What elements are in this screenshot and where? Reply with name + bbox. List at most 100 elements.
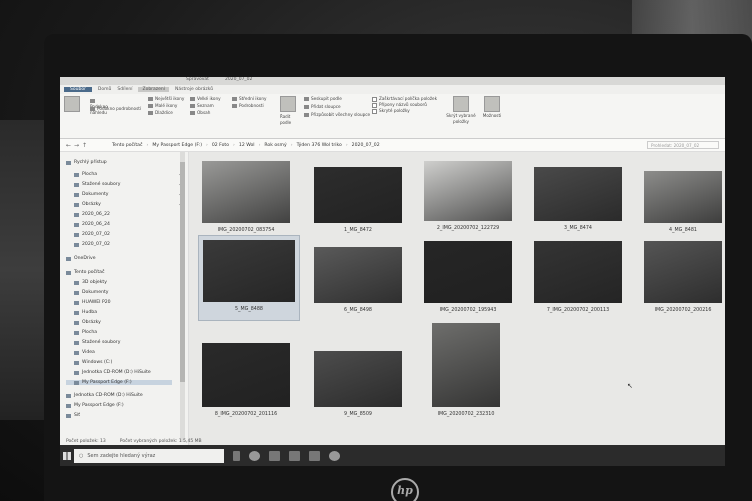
- fit-columns-button[interactable]: Přizpůsobit všechny sloupce: [311, 112, 370, 117]
- store-icon[interactable]: [289, 450, 300, 461]
- tab-manage[interactable]: Spravovat: [186, 77, 209, 82]
- nav-item[interactable]: 2020_06_22: [74, 212, 110, 217]
- file-name: 6_MG_8498: [344, 308, 372, 313]
- search-icon: ○: [79, 452, 84, 459]
- nav-item[interactable]: Tento počítač: [66, 270, 105, 275]
- taskbar: ○ Sem zadejte hledaný výraz: [60, 445, 725, 466]
- ribbon-group-panes: Podokno náhledu Podokno podrobností Podo…: [64, 96, 141, 145]
- checkbox-item-checkboxes[interactable]: [372, 96, 377, 102]
- ribbon: Podokno náhledu Podokno podrobností Podo…: [60, 94, 725, 147]
- tab-view[interactable]: Zobrazení: [138, 87, 170, 92]
- nav-item[interactable]: Dokumenty: [74, 290, 109, 295]
- tab-share[interactable]: Sdílení: [117, 87, 132, 92]
- crumb-current[interactable]: 2020_07_02: [352, 143, 380, 148]
- checkbox-hidden-items[interactable]: [372, 108, 377, 114]
- nav-arrows[interactable]: ←→↑: [60, 142, 112, 149]
- folder-icon: [74, 172, 79, 177]
- nav-item[interactable]: Dokumenty: [74, 192, 109, 197]
- layout-medium-icons[interactable]: Střední ikony: [232, 96, 274, 102]
- crumb-rok-osmy[interactable]: Rok osmý: [264, 143, 286, 148]
- nav-item[interactable]: My Passport Edge (F:): [66, 380, 172, 385]
- layout-small-icons[interactable]: Malé ikony: [148, 103, 190, 109]
- layout-details[interactable]: Podrobnosti: [232, 103, 274, 109]
- file-tile[interactable]: IMG_20200702_232310: [428, 319, 504, 425]
- file-tile[interactable]: 4_MG_8481: [640, 167, 725, 241]
- file-tile[interactable]: IMG_20200702_195943: [420, 237, 516, 321]
- taskbar-search[interactable]: ○ Sem zadejte hledaný výraz: [74, 448, 224, 463]
- nav-item[interactable]: 2020_07_02: [74, 242, 110, 247]
- layout-content[interactable]: Obsah: [190, 110, 232, 116]
- nav-item[interactable]: Síť: [66, 413, 80, 418]
- checkbox-file-extensions[interactable]: [372, 102, 377, 108]
- folder-icon: [74, 192, 79, 197]
- tab-picture-tools[interactable]: Nástroje obrázků: [175, 87, 213, 92]
- mail-icon[interactable]: [309, 450, 320, 461]
- search-input[interactable]: Prohledat: 2020_07_02: [647, 141, 719, 149]
- crumb-02-foto[interactable]: 02 Foto: [212, 143, 229, 148]
- nav-item-label: Obrázky: [82, 320, 101, 325]
- ribbon-tab-strip: Soubor Domů Sdílení Zobrazení Nástroje o…: [60, 77, 725, 94]
- hide-selected-button[interactable]: Skrýt vybrané položky: [444, 96, 478, 125]
- nav-item[interactable]: Stažené soubory: [74, 182, 120, 187]
- crumb-this-pc[interactable]: Tento počítač: [112, 143, 143, 148]
- nav-item[interactable]: Hudba: [74, 310, 97, 315]
- details-pane-button[interactable]: Podokno podrobností: [97, 106, 141, 111]
- file-tile[interactable]: 1_MG_8472: [310, 163, 406, 241]
- app-icon[interactable]: [329, 450, 340, 461]
- nav-item-label: 2020_07_02: [82, 242, 110, 247]
- tab-home[interactable]: Domů: [98, 87, 111, 92]
- file-tile[interactable]: 8_IMG_20200702_201116: [198, 339, 294, 425]
- layout-list[interactable]: Seznam: [190, 103, 232, 109]
- file-tile[interactable]: 2_IMG_20200702_122729: [420, 157, 516, 239]
- file-explorer-icon[interactable]: [269, 450, 280, 461]
- crumb-drive[interactable]: My Passport Edge (F:): [152, 143, 202, 148]
- nav-item[interactable]: Plocha: [74, 172, 97, 177]
- file-tile[interactable]: 3_MG_8474: [530, 163, 626, 239]
- nav-item[interactable]: Plocha: [74, 330, 97, 335]
- nav-scrollbar[interactable]: [180, 152, 185, 442]
- nav-scrollbar-thumb[interactable]: [180, 162, 185, 382]
- layout-large-icons[interactable]: Velké ikony: [190, 96, 232, 102]
- nav-item-label: 2020_06_24: [82, 222, 110, 227]
- folder-icon: [66, 256, 71, 261]
- nav-item[interactable]: 3D objekty: [74, 280, 107, 285]
- start-button[interactable]: [60, 445, 74, 466]
- nav-item[interactable]: My Passport Edge (F:): [66, 403, 124, 408]
- navigation-pane-icon[interactable]: [64, 96, 80, 112]
- nav-item[interactable]: Jednotka CD-ROM (D:) HiSuite: [74, 370, 151, 375]
- file-tile[interactable]: 5_MG_8488: [198, 235, 300, 321]
- nav-item[interactable]: Jednotka CD-ROM (D:) HiSuite: [66, 393, 143, 398]
- browser-icon[interactable]: [249, 450, 260, 461]
- tab-file[interactable]: Soubor: [64, 87, 92, 92]
- file-tile[interactable]: 9_MG_8509: [310, 347, 406, 425]
- sort-by-button[interactable]: Řadit podle: [280, 114, 296, 126]
- nav-item-label: HUAWEI P20: [82, 300, 111, 305]
- nav-item[interactable]: Videa: [74, 350, 95, 355]
- sort-by-icon[interactable]: [280, 96, 296, 112]
- nav-item[interactable]: OneDrive: [66, 256, 96, 261]
- file-tile[interactable]: 6_MG_8498: [310, 243, 406, 321]
- nav-item[interactable]: 2020_07_02: [74, 232, 110, 237]
- file-tile[interactable]: IMG_20200702_200216: [640, 237, 725, 321]
- nav-item[interactable]: Obrázky: [74, 202, 101, 207]
- add-columns-button[interactable]: Přidat sloupce: [311, 104, 341, 109]
- nav-item[interactable]: Rychlý přístup: [66, 160, 107, 165]
- nav-item[interactable]: HUAWEI P20: [74, 300, 111, 305]
- layout-extra-large-icons[interactable]: Největší ikony: [148, 96, 190, 102]
- nav-item[interactable]: 2020_06_24: [74, 222, 110, 227]
- photo-thumbnail: [314, 167, 402, 223]
- folder-icon: [66, 270, 71, 275]
- file-tile[interactable]: 7_IMG_20200702_200113: [530, 237, 626, 321]
- window-titlebar: [60, 77, 725, 85]
- nav-item[interactable]: Obrázky: [74, 320, 101, 325]
- file-tile[interactable]: IMG_20200702_083754: [198, 157, 294, 241]
- crumb-12-wol[interactable]: 12 Wol: [239, 143, 255, 148]
- group-by-button[interactable]: Seskupit podle: [311, 96, 342, 101]
- task-view-icon[interactable]: [233, 450, 240, 461]
- nav-item-label: Rychlý přístup: [74, 160, 107, 165]
- options-button[interactable]: Možnosti: [480, 96, 504, 119]
- nav-item[interactable]: Stažené soubory: [74, 340, 120, 345]
- layout-tiles[interactable]: Dlaždice: [148, 110, 190, 116]
- crumb-tyden[interactable]: Týden 376 Wol triko: [297, 143, 342, 148]
- nav-item[interactable]: Windows (C:): [74, 360, 112, 365]
